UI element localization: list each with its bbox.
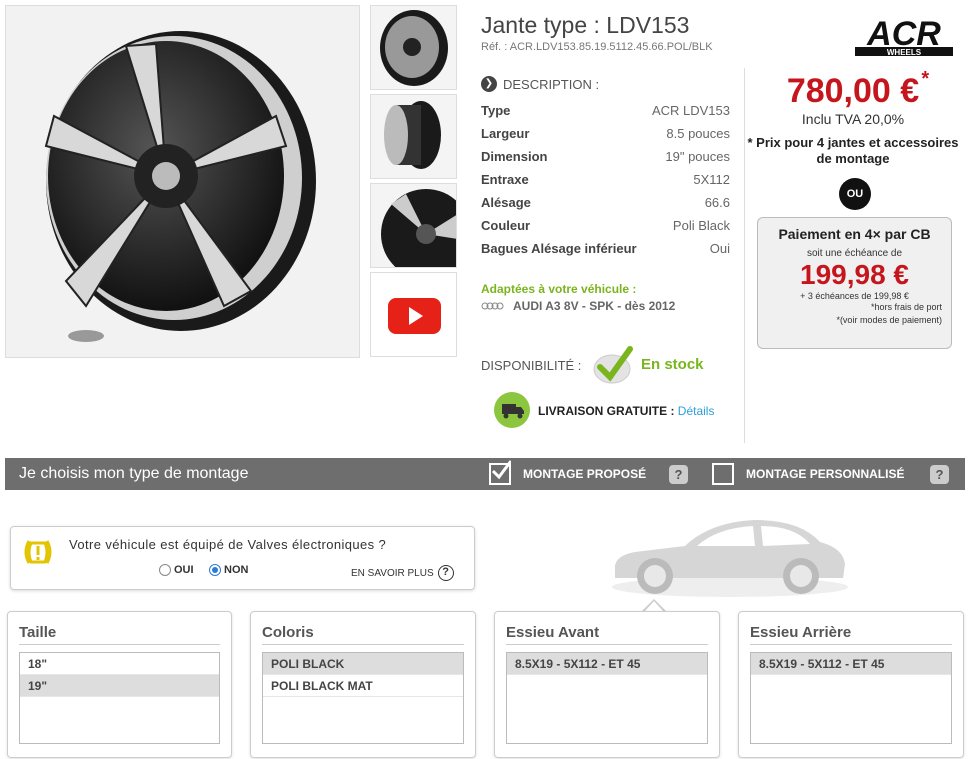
spec-row: Largeur 8.5 pouces — [481, 126, 730, 141]
color-panel: Coloris POLI BLACK POLI BLACK MAT — [250, 611, 476, 758]
product-main-image[interactable] — [5, 5, 360, 358]
size-panel: Taille 18" 19" — [7, 611, 232, 758]
montage-personnalise-checkbox[interactable] — [712, 463, 734, 485]
vehicle-line: AUDI A3 8V - SPK - dès 2012 — [481, 299, 675, 313]
size-list[interactable]: 18" 19" — [19, 652, 220, 744]
rear-axle-list[interactable]: 8.5X19 - 5X112 - ET 45 — [750, 652, 952, 744]
list-item[interactable]: POLI BLACK MAT — [263, 675, 463, 697]
spec-row: Alésage 66.6 — [481, 195, 730, 210]
chevron-right-icon: ❯ — [481, 76, 497, 92]
installment-value: 199,98 € — [800, 259, 909, 290]
help-icon: ? — [437, 565, 454, 581]
price-tva: Inclu TVA 20,0% — [801, 111, 905, 127]
description-heading: ❯ DESCRIPTION : — [481, 76, 599, 92]
valves-more-info[interactable]: EN SAVOIR PLUS? — [351, 565, 454, 581]
availability-status: En stock — [641, 356, 704, 373]
availability-label: DISPONIBILITÉ : — [481, 358, 582, 373]
product-reference: Réf. : ACR.LDV153.85.19.5112.45.66.POL/B… — [481, 41, 713, 53]
help-icon[interactable]: ? — [930, 465, 949, 484]
list-item[interactable]: 19" — [20, 675, 219, 697]
montage-bar: Je choisis mon type de montage MONTAGE P… — [5, 458, 965, 490]
tpms-warning-icon — [24, 540, 52, 564]
thumbnail-1[interactable] — [370, 5, 457, 90]
spec-row: Bagues Alésage inférieur Oui — [481, 241, 730, 256]
acr-wheels-logo: ACR WHEELS — [855, 13, 953, 58]
spec-row: Type ACR LDV153 — [481, 103, 730, 118]
thumbnail-2[interactable] — [370, 94, 457, 179]
list-item[interactable]: 18" — [20, 653, 219, 675]
price-note: * Prix pour 4 jantes et accessoires de m… — [747, 135, 959, 166]
valves-box: Votre véhicule est équipé de Valves élec… — [10, 526, 475, 590]
rear-axle-panel: Essieu Arrière 8.5X19 - 5X112 - ET 45 — [738, 611, 964, 758]
price-block: 780,00 € * Inclu TVA 20,0% * Prix pour 4 … — [745, 68, 961, 167]
installment-box[interactable]: Paiement en 4× par CB soit une échéance … — [757, 217, 952, 349]
montage-title: Je choisis mon type de montage — [19, 465, 249, 482]
adapted-label: Adaptées à votre véhicule : — [481, 282, 637, 296]
price-amount: 780,00 € * — [786, 68, 930, 110]
help-icon[interactable]: ? — [669, 465, 688, 484]
montage-propose-label[interactable]: MONTAGE PROPOSÉ — [523, 467, 646, 481]
check-icon — [592, 345, 634, 390]
montage-personnalise-label[interactable]: MONTAGE PERSONNALISÉ — [746, 467, 904, 481]
spec-row: Entraxe 5X112 — [481, 172, 730, 187]
list-item[interactable]: POLI BLACK — [263, 653, 463, 675]
list-item[interactable]: 8.5X19 - 5X112 - ET 45 — [507, 653, 707, 675]
valves-yes-radio[interactable]: OUI — [159, 564, 194, 576]
front-axle-list[interactable]: 8.5X19 - 5X112 - ET 45 — [506, 652, 708, 744]
spec-row: Dimension 19" pouces — [481, 149, 730, 164]
truck-icon — [494, 392, 530, 428]
spec-row: Couleur Poli Black — [481, 218, 730, 233]
valves-no-radio[interactable]: NON — [209, 564, 248, 576]
delivery-details-link[interactable]: Détails — [678, 404, 715, 418]
thumbnail-3[interactable] — [370, 183, 457, 268]
front-axle-panel: Essieu Avant 8.5X19 - 5X112 - ET 45 — [494, 611, 720, 758]
list-item[interactable]: 8.5X19 - 5X112 - ET 45 — [751, 653, 951, 675]
valves-question: Votre véhicule est équipé de Valves élec… — [69, 537, 387, 552]
video-thumbnail[interactable] — [370, 272, 457, 357]
product-title: Jante type : LDV153 — [481, 12, 690, 38]
car-illustration — [605, 512, 850, 612]
color-list[interactable]: POLI BLACK POLI BLACK MAT — [262, 652, 464, 744]
montage-propose-checkbox[interactable] — [489, 460, 511, 485]
audi-rings-icon — [481, 299, 505, 313]
svg-text:WHEELS: WHEELS — [887, 48, 922, 57]
or-badge: OU — [839, 178, 871, 210]
free-delivery: LIVRAISON GRATUITE : Détails — [538, 404, 715, 418]
